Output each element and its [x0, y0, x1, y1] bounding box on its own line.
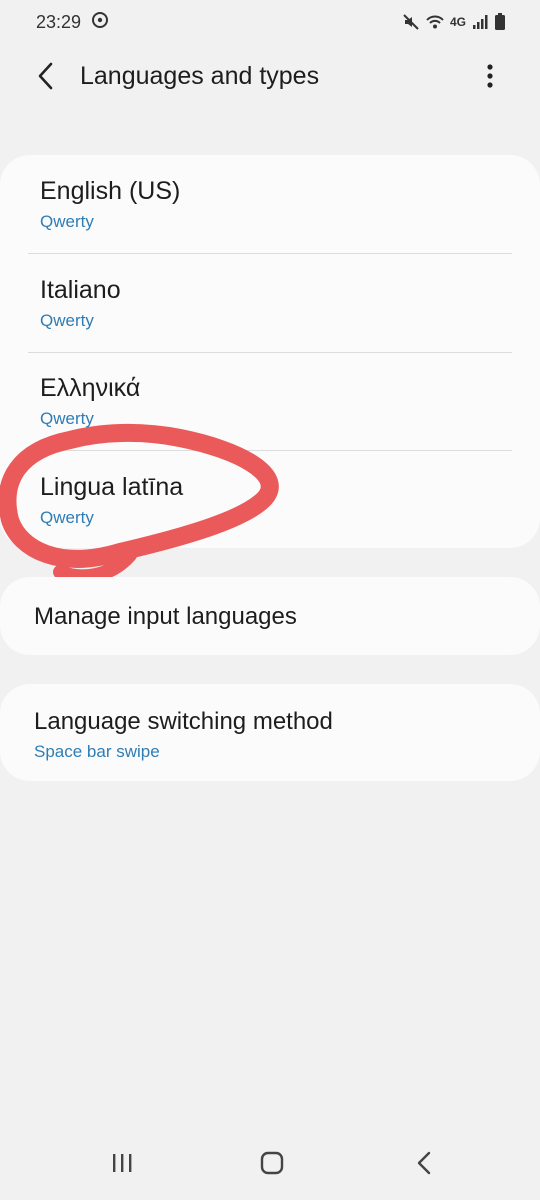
- manage-input-languages-label: Manage input languages: [34, 603, 297, 630]
- language-item-italiano[interactable]: Italiano Qwerty: [0, 254, 540, 352]
- language-name: English (US): [40, 177, 181, 205]
- language-item-english[interactable]: English (US) Qwerty: [0, 155, 540, 253]
- language-name: Lingua latīna: [40, 473, 184, 501]
- clock-circle-icon: [91, 11, 109, 34]
- status-bar: 23:29 4G: [0, 0, 540, 44]
- language-switching-method-value: Space bar swipe: [34, 742, 160, 761]
- manage-input-languages-item[interactable]: Manage input languages: [0, 577, 540, 655]
- mute-icon: [402, 13, 420, 31]
- 4g-icon: 4G: [449, 15, 466, 29]
- home-button[interactable]: [250, 1150, 294, 1180]
- nav-back-button[interactable]: [402, 1150, 446, 1180]
- signal-icon: [472, 14, 488, 30]
- language-layout: Qwerty: [40, 212, 94, 231]
- home-icon: [259, 1151, 285, 1180]
- status-right: 4G: [402, 13, 506, 31]
- language-layout: Qwerty: [40, 508, 94, 527]
- screen: 23:29 4G Languages and types English (US…: [0, 0, 540, 1200]
- language-layout: Qwerty: [40, 409, 94, 428]
- back-arrow-icon: [35, 62, 57, 95]
- more-vertical-icon: [486, 63, 494, 94]
- language-name: Italiano: [40, 276, 121, 304]
- back-icon: [415, 1151, 433, 1180]
- languages-card: English (US) Qwerty Italiano Qwerty Ελλη…: [0, 155, 540, 548]
- more-options-button[interactable]: [470, 58, 510, 98]
- language-item-latin[interactable]: Lingua latīna Qwerty: [0, 451, 540, 549]
- language-name: Ελληνικά: [40, 374, 141, 402]
- recent-apps-button[interactable]: [100, 1150, 144, 1180]
- page-title: Languages and types: [80, 62, 320, 90]
- status-left: 23:29: [36, 11, 109, 34]
- language-item-greek[interactable]: Ελληνικά Qwerty: [0, 352, 540, 450]
- back-button[interactable]: [26, 58, 66, 98]
- navigation-bar: [0, 1130, 540, 1200]
- recent-apps-icon: [110, 1152, 134, 1179]
- language-switching-method-item[interactable]: Language switching method Space bar swip…: [0, 684, 540, 781]
- status-time: 23:29: [36, 11, 82, 32]
- battery-icon: [494, 13, 506, 31]
- language-switching-method-label: Language switching method: [34, 708, 333, 735]
- wifi-icon: [426, 13, 444, 31]
- app-header: Languages and types: [0, 44, 540, 112]
- language-layout: Qwerty: [40, 311, 94, 330]
